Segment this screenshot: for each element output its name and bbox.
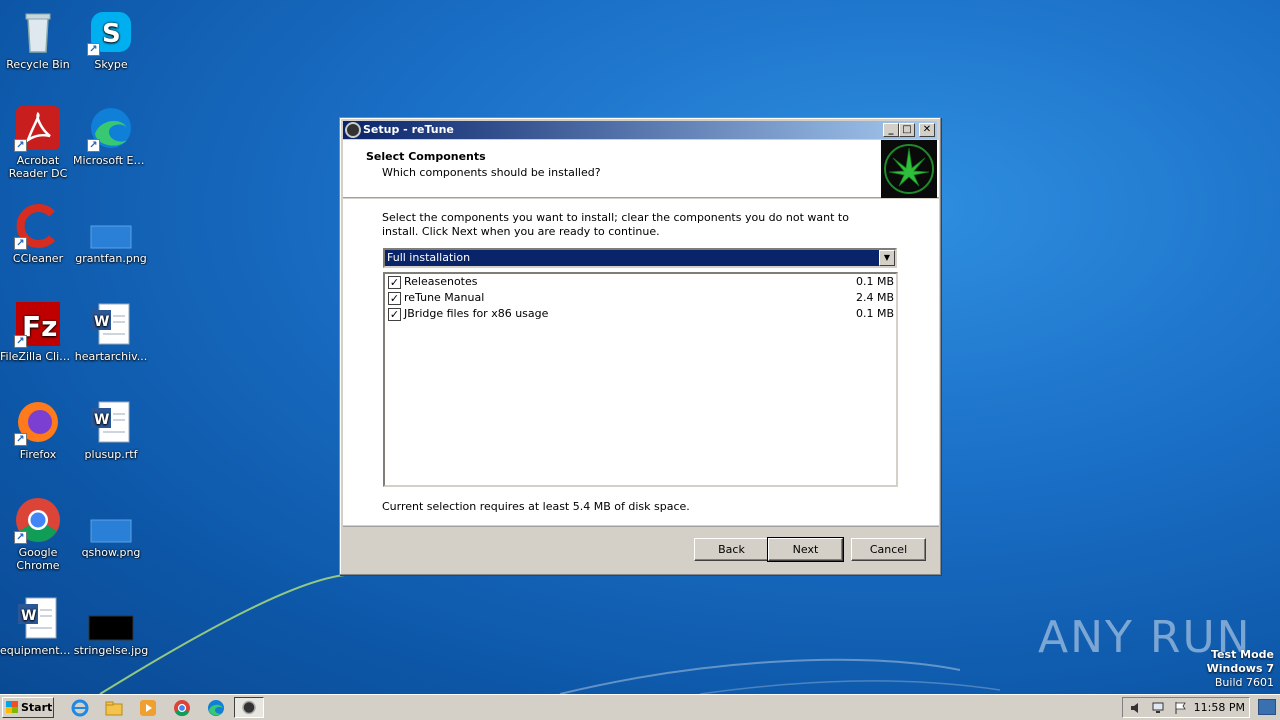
word-doc-icon: W	[14, 594, 62, 642]
component-row[interactable]: ✓ reTune Manual 2.4 MB	[385, 290, 896, 306]
action-center-flag-icon[interactable]	[1173, 701, 1187, 715]
filezilla-icon: Fz ↗	[14, 300, 62, 348]
desktop-icon-grantfan[interactable]: grantfan.png	[73, 202, 149, 265]
disk-requirement-text: Current selection requires at least 5.4 …	[382, 500, 690, 513]
desktop-icon-ccleaner[interactable]: ↗ CCleaner	[0, 202, 76, 265]
component-checkbox[interactable]: ✓	[388, 292, 401, 305]
image-file-icon	[87, 202, 135, 250]
clock[interactable]: 11:58 PM	[1194, 698, 1245, 717]
volume-icon[interactable]	[1129, 701, 1143, 715]
next-button[interactable]: Next	[767, 537, 844, 562]
test-mode-text: Test Mode Windows 7 Build 7601	[1207, 648, 1274, 690]
chevron-down-icon[interactable]: ▼	[879, 250, 895, 266]
wizard-content: Select the components you want to instal…	[343, 199, 939, 525]
svg-text:W: W	[94, 412, 109, 428]
windows-flag-icon	[6, 701, 18, 713]
minimize-button[interactable]: _	[883, 123, 899, 137]
maximize-button[interactable]: □	[899, 123, 915, 137]
desktop-icon-plusup[interactable]: W plusup.rtf	[73, 398, 149, 461]
component-checkbox[interactable]: ✓	[388, 276, 401, 289]
taskbar: Start 11:58 PM	[0, 694, 1280, 720]
chrome-icon: ↗	[14, 496, 62, 544]
installation-type-value: Full installation	[385, 250, 879, 266]
setup-app-icon[interactable]	[234, 697, 264, 718]
desktop-icon-chrome[interactable]: ↗ Google Chrome	[0, 496, 76, 572]
desktop-icon-edge[interactable]: ↗ Microsoft Edge	[73, 104, 149, 167]
svg-text:W: W	[21, 608, 36, 624]
desktop-icon-filezilla[interactable]: Fz ↗ FileZilla Client	[0, 300, 76, 363]
components-list[interactable]: ✓ Releasenotes 0.1 MB ✓ reTune Manual 2.…	[383, 272, 898, 487]
desktop-icon-skype[interactable]: S ↗ Skype	[73, 8, 149, 71]
svg-text:W: W	[94, 314, 109, 330]
component-name: reTune Manual	[404, 291, 485, 304]
desktop-icon-qshow[interactable]: qshow.png	[73, 496, 149, 559]
window-titlebar[interactable]: Setup - reTune _ □ ✕	[343, 121, 937, 139]
desktop-icon-firefox[interactable]: ↗ Firefox	[0, 398, 76, 461]
show-desktop-icon[interactable]	[1258, 699, 1276, 715]
word-doc-icon: W	[87, 398, 135, 446]
test-mode-line: Test Mode	[1211, 648, 1274, 661]
window-title: Setup - reTune	[363, 123, 454, 136]
component-row[interactable]: ✓ Releasenotes 0.1 MB	[385, 274, 896, 290]
explorer-icon[interactable]	[104, 698, 124, 718]
desktop-icon-recycle-bin[interactable]: Recycle Bin	[0, 8, 76, 71]
instructions-text: Select the components you want to instal…	[382, 211, 849, 238]
media-player-icon[interactable]	[138, 698, 158, 718]
chrome-icon[interactable]	[172, 698, 192, 718]
component-name: JBridge files for x86 usage	[404, 307, 549, 320]
component-size: 2.4 MB	[855, 291, 894, 304]
component-row[interactable]: ✓ JBridge files for x86 usage 0.1 MB	[385, 306, 896, 322]
installation-type-select[interactable]: Full installation ▼	[383, 248, 897, 268]
ie-icon[interactable]	[70, 698, 90, 718]
image-file-icon	[87, 594, 135, 642]
desktop-icon-heartarchiv[interactable]: W heartarchiv...	[73, 300, 149, 363]
page-title: Select Components	[366, 150, 486, 163]
wizard-header: Select Components Which components shoul…	[343, 140, 939, 198]
page-subtitle: Which components should be installed?	[382, 166, 601, 179]
component-checkbox[interactable]: ✓	[388, 308, 401, 321]
setup-window: Setup - reTune _ □ ✕ Select Components W…	[339, 117, 941, 575]
footer-divider	[343, 526, 939, 527]
windows-version-line: Windows 7	[1206, 662, 1274, 675]
desktop-icon-equipmente[interactable]: W equipmente...	[0, 594, 76, 657]
desktop-icon-acrobat[interactable]: ↗ Acrobat Reader DC	[0, 104, 76, 180]
ccleaner-icon: ↗	[14, 202, 62, 250]
setup-app-icon	[345, 122, 361, 138]
close-button[interactable]: ✕	[919, 123, 935, 137]
component-size: 0.1 MB	[855, 275, 894, 288]
edge-icon[interactable]	[206, 698, 226, 718]
build-line: Build 7601	[1214, 676, 1274, 689]
word-doc-icon: W	[87, 300, 135, 348]
start-button[interactable]: Start	[2, 697, 54, 718]
component-size: 0.1 MB	[855, 307, 894, 320]
system-tray: 11:58 PM	[1122, 697, 1250, 718]
wizard-logo	[881, 140, 937, 198]
desktop-icon-stringelse[interactable]: stringelse.jpg	[73, 594, 149, 657]
recycle-bin-icon	[14, 8, 62, 56]
back-button[interactable]: Back	[694, 538, 769, 561]
edge-icon: ↗	[87, 104, 135, 152]
image-file-icon	[87, 496, 135, 544]
start-label: Start	[21, 701, 53, 714]
network-icon[interactable]	[1151, 701, 1165, 715]
cancel-button[interactable]: Cancel	[851, 538, 926, 561]
skype-icon: S ↗	[87, 8, 135, 56]
acrobat-icon: ↗	[14, 104, 62, 152]
component-name: Releasenotes	[404, 275, 478, 288]
svg-text:Fz: Fz	[22, 310, 57, 343]
svg-text:S: S	[102, 19, 121, 49]
firefox-icon: ↗	[14, 398, 62, 446]
